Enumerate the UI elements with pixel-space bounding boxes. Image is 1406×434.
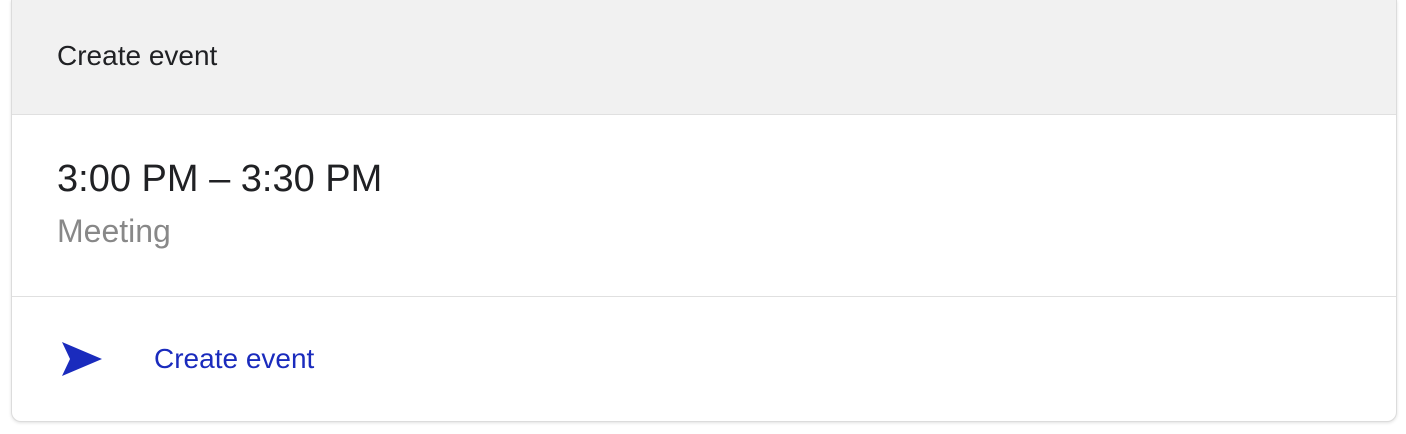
event-time-range: 3:00 PM – 3:30 PM: [57, 158, 383, 200]
create-event-card: Create event 3:00 PM – 3:30 PM Meeting C…: [11, 0, 1397, 422]
event-type: Meeting: [57, 213, 171, 249]
create-event-button[interactable]: Create event: [12, 297, 1396, 421]
card-header: Create event: [12, 0, 1396, 115]
create-event-label: Create event: [154, 343, 315, 374]
send-icon: [60, 340, 104, 378]
event-details: 3:00 PM – 3:30 PM Meeting: [12, 115, 1396, 297]
card-title: Create event: [57, 40, 218, 71]
